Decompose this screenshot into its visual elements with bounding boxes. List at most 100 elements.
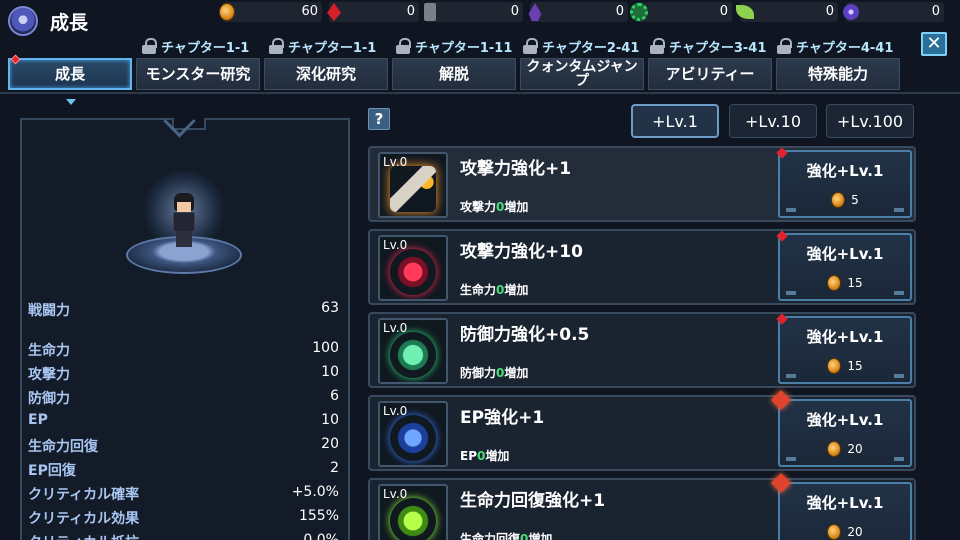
upgrade-cost-value: 15 xyxy=(847,359,863,373)
stat-label: 生命力回復 xyxy=(28,439,98,455)
upgrade-cost: 20 xyxy=(780,524,910,540)
stat-value: 63 xyxy=(321,300,339,316)
upgrade-cost-value: 15 xyxy=(847,276,863,290)
character-avatar xyxy=(168,193,200,249)
upgrade-button-label: 強化+Lv.1 xyxy=(806,245,884,263)
currency-value: 0 xyxy=(719,4,728,19)
chapter-lock-label: チャプター2-41 xyxy=(542,40,640,56)
upgrade-button-label: 強化+Lv.1 xyxy=(806,328,884,346)
currency-value: 0 xyxy=(825,4,834,19)
upgrade-card: Lv.0 攻撃力強化+10 生命力0増加 強化+Lv.1 15 xyxy=(368,229,916,305)
upgrade-button[interactable]: 強化+Lv.1 15 xyxy=(778,316,912,384)
tab-quantum-jump[interactable]: クォンタムジャンプ xyxy=(520,58,644,90)
currency-value: 60 xyxy=(301,4,318,19)
stat-label: クリティカル効果 xyxy=(28,511,140,527)
lock-icon xyxy=(396,38,411,54)
upgrade-cost-value: 5 xyxy=(851,193,859,207)
chapter-lock-label: チャプター3-41 xyxy=(669,40,767,56)
scroll-icon xyxy=(424,3,436,21)
stat-row: クリティカル効果 155% xyxy=(28,507,340,531)
level-step-100-button[interactable]: +Lv.100 xyxy=(826,104,914,138)
close-button[interactable]: ✕ xyxy=(921,32,947,56)
lock-icon xyxy=(142,38,157,54)
coin-icon xyxy=(827,441,842,457)
tab-special-ability[interactable]: 特殊能力 xyxy=(776,58,900,90)
upgrade-button-label: 強化+Lv.1 xyxy=(806,411,884,429)
upgrade-level: Lv.0 xyxy=(383,404,408,418)
chapter-lock-label: チャプター1-1 xyxy=(288,40,377,56)
upgrade-name: 攻撃力強化+1 xyxy=(460,159,572,179)
upgrade-cost: 15 xyxy=(780,275,910,291)
upgrade-item-frame: Lv.0 xyxy=(378,401,448,467)
upgrade-item-frame: Lv.0 xyxy=(378,318,448,384)
upgrade-button[interactable]: 強化+Lv.1 5 xyxy=(778,150,912,218)
stat-label: クリティカル抵抗 xyxy=(28,532,139,540)
upgrade-description: EP0増加 xyxy=(460,449,510,463)
currency-value: 0 xyxy=(510,4,519,19)
tab-divider xyxy=(0,92,960,94)
tab-ability[interactable]: アビリティー xyxy=(648,58,772,90)
upgrade-button-label: 強化+Lv.1 xyxy=(806,494,884,512)
lock-icon xyxy=(523,38,538,54)
tab-growth[interactable]: 成長 xyxy=(8,58,132,90)
chapter-lock: チャプター1-1 xyxy=(142,36,249,56)
chapter-lock: チャプター2-41 xyxy=(523,36,639,56)
chapter-lock-label: チャプター1-1 xyxy=(161,40,250,56)
tab-liberation[interactable]: 解脱 xyxy=(392,58,516,90)
stat-row: クリティカル確率 +5.0% xyxy=(28,483,340,507)
lock-icon xyxy=(269,38,284,54)
stat-label: クリティカル確率 xyxy=(28,487,140,503)
page-title: 成長 xyxy=(50,11,89,34)
upgrade-description: 生命力0増加 xyxy=(460,283,529,297)
tab-monster-research[interactable]: モンスター研究 xyxy=(136,58,260,90)
dark-orb-icon xyxy=(843,4,859,20)
level-step-10-button[interactable]: +Lv.10 xyxy=(729,104,817,138)
stat-value: 10 xyxy=(321,364,339,380)
upgrade-cost: 5 xyxy=(780,192,910,208)
upgrade-name: EP強化+1 xyxy=(460,408,545,428)
currency-coin: 60 xyxy=(219,2,322,22)
upgrade-description: 生命力回復0増加 xyxy=(460,532,553,540)
upgrade-cost: 15 xyxy=(780,358,910,374)
upgrade-button[interactable]: 強化+Lv.1 20 xyxy=(778,482,912,540)
stat-label: EP xyxy=(28,412,48,428)
upgrade-card: Lv.0 攻撃力強化+1 攻撃力0増加 強化+Lv.1 5 xyxy=(368,146,916,222)
upgrade-name: 生命力回復強化+1 xyxy=(460,491,606,511)
stat-row-power: 戦闘力 63 xyxy=(28,299,340,323)
screen-title-group: 成長 xyxy=(8,6,88,36)
tab-deep-research[interactable]: 深化研究 xyxy=(264,58,388,90)
gun-icon xyxy=(390,166,436,212)
currency-value: 0 xyxy=(615,4,624,19)
stat-row: 生命力回復 20 xyxy=(28,435,340,459)
stat-value: 2 xyxy=(330,460,339,476)
stat-value: +5.0% xyxy=(291,484,339,500)
stat-value: 10 xyxy=(321,412,339,428)
upgrade-level: Lv.0 xyxy=(383,321,408,335)
upgrade-item-frame: Lv.0 xyxy=(378,235,448,301)
leaf-icon xyxy=(736,5,754,19)
coin-icon xyxy=(827,275,842,291)
growth-icon xyxy=(8,6,38,36)
chapter-lock-label: チャプター4-41 xyxy=(796,40,894,56)
currency-scroll: 0 xyxy=(424,2,523,22)
help-button[interactable]: ? xyxy=(368,108,390,130)
stat-row: 防御力 6 xyxy=(28,387,340,411)
regen-icon xyxy=(390,498,436,540)
currency-value: 0 xyxy=(931,4,940,19)
stat-value: 100 xyxy=(312,340,339,356)
upgrade-level: Lv.0 xyxy=(383,487,408,501)
upgrade-button[interactable]: 強化+Lv.1 20 xyxy=(778,399,912,467)
upgrade-name: 攻撃力強化+10 xyxy=(460,242,583,262)
stat-row: EP 10 xyxy=(28,411,340,435)
top-bar: 成長 60 0 0 0 0 0 0 xyxy=(0,0,960,36)
red-gem-icon xyxy=(327,3,341,21)
panel-chevron-icon xyxy=(163,121,193,133)
upgrade-button[interactable]: 強化+Lv.1 15 xyxy=(778,233,912,301)
coin-icon xyxy=(831,192,846,208)
stat-value: 6 xyxy=(330,388,339,404)
level-step-1-button[interactable]: +Lv.1 xyxy=(631,104,719,138)
stat-row: 生命力 100 xyxy=(28,339,340,363)
stat-label: 戦闘力 xyxy=(28,303,70,319)
stat-value: 0.0% xyxy=(303,532,339,540)
chapter-lock: チャプター4-41 xyxy=(777,36,893,56)
